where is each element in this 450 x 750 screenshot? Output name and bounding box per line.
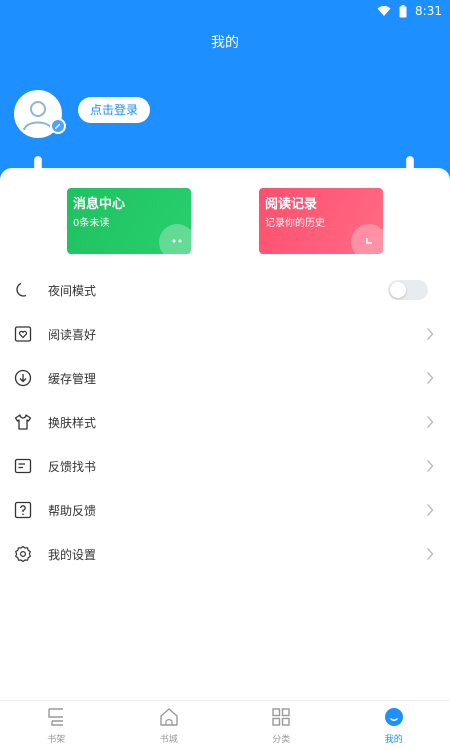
menu-item-skin-style[interactable]: 换肤样式 [0, 400, 450, 444]
menu-item-my-settings[interactable]: 我的设置 [0, 532, 450, 576]
tab-bookstore[interactable]: 书城 [113, 701, 226, 750]
clock-icon [351, 224, 383, 254]
menu-item-label: 换肤样式 [48, 415, 97, 430]
chevron-right-icon [426, 328, 434, 340]
help-icon [14, 501, 32, 519]
settings-menu: 夜间模式 阅读喜好 缓存管理 换肤样式 反馈找书 帮助反馈 我的设置 [0, 268, 450, 576]
menu-item-label: 夜间模式 [48, 283, 97, 298]
menu-item-label: 阅读喜好 [48, 327, 97, 342]
chevron-right-icon [426, 548, 434, 560]
chevron-right-icon [426, 416, 434, 428]
edit-badge-icon [50, 118, 66, 134]
chevron-right-icon [426, 460, 434, 472]
chat-bubble-icon [159, 224, 191, 254]
grid-icon [272, 708, 290, 726]
message-center-title: 消息中心 [73, 197, 126, 212]
home-icon [160, 708, 178, 726]
wifi-icon [377, 5, 391, 16]
gear-icon [15, 545, 31, 563]
tab-label: 书架 [47, 735, 66, 745]
tab-profile[interactable]: 我的 [338, 701, 450, 750]
bottom-tab-bar: 书架 书城 分类 我的 [0, 700, 450, 750]
message-center-card[interactable]: 消息中心 0条未读 [67, 188, 191, 254]
reading-history-card[interactable]: 阅读记录 记录你的历史 [259, 188, 383, 254]
toggle-knob [390, 282, 406, 298]
menu-item-feedback-find-book[interactable]: 反馈找书 [0, 444, 450, 488]
battery-icon [399, 4, 407, 17]
status-bar: 8:31 [377, 0, 442, 22]
menu-item-cache-management[interactable]: 缓存管理 [0, 356, 450, 400]
chevron-right-icon [426, 504, 434, 516]
chevron-right-icon [426, 372, 434, 384]
download-icon [14, 369, 32, 387]
tab-label: 我的 [384, 735, 403, 745]
menu-item-label: 我的设置 [48, 547, 97, 562]
menu-item-night-mode[interactable]: 夜间模式 [0, 268, 450, 312]
menu-item-help-feedback[interactable]: 帮助反馈 [0, 488, 450, 532]
page-title: 我的 [211, 35, 239, 51]
status-time: 8:31 [415, 4, 442, 18]
tab-label: 分类 [272, 735, 291, 745]
menu-item-label: 反馈找书 [48, 459, 97, 474]
tab-bookshelf[interactable]: 书架 [0, 701, 113, 750]
menu-item-label: 帮助反馈 [48, 503, 97, 518]
profile-icon [384, 708, 403, 726]
night-mode-toggle[interactable] [388, 280, 428, 300]
login-button[interactable]: 点击登录 [78, 97, 150, 123]
feedback-icon [14, 458, 32, 474]
menu-item-reading-preferences[interactable]: 阅读喜好 [0, 312, 450, 356]
bookshelf-icon [48, 708, 64, 726]
shirt-icon [14, 414, 32, 430]
reading-history-title: 阅读记录 [265, 197, 318, 212]
menu-item-label: 缓存管理 [48, 371, 97, 386]
heart-book-icon [14, 326, 32, 342]
profile-panel: 消息中心 0条未读 阅读记录 记录你的历史 夜间模式 阅读喜好 缓存管理 换肤样… [0, 168, 450, 703]
tab-label: 书城 [159, 735, 178, 745]
moon-icon [16, 282, 27, 297]
tab-categories[interactable]: 分类 [225, 701, 338, 750]
